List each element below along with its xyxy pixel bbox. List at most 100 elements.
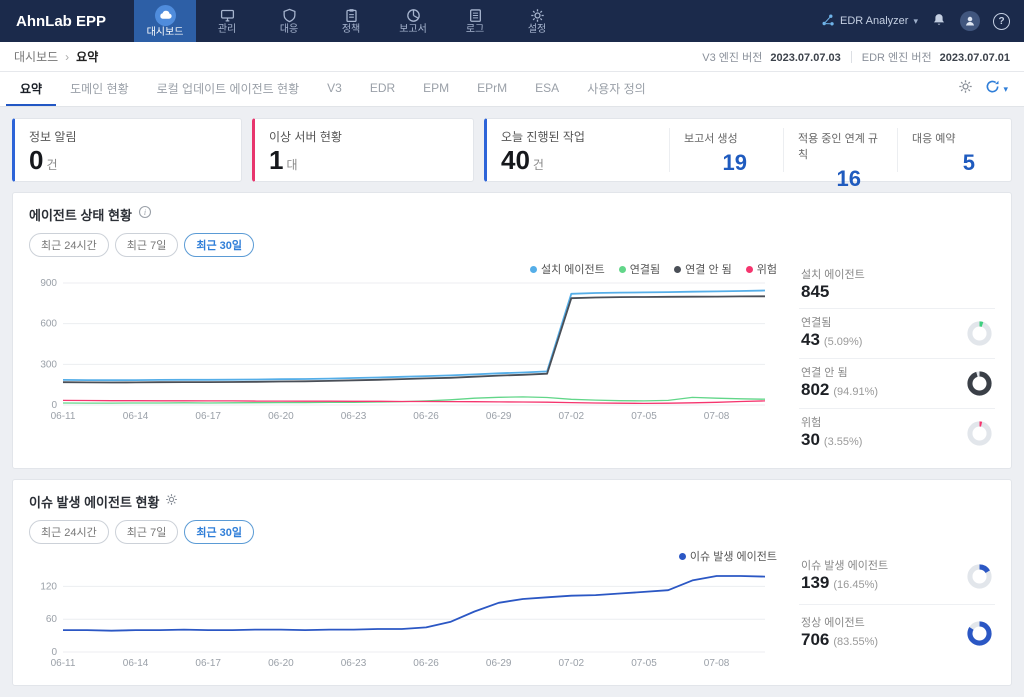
response-reservation-substat[interactable]: 대응 예약 5 [897,128,1011,172]
help-icon[interactable]: ? [993,13,1010,30]
agent-range-filters: 최근 24시간 최근 7일 최근 30일 [29,233,995,257]
legend-dot [746,266,753,273]
nav-report[interactable]: 보고서 [382,0,444,42]
risk-donut [966,420,993,447]
tab-edr[interactable]: EDR [356,72,409,106]
breadcrumb-chevron-icon: › [65,50,69,64]
svg-text:600: 600 [40,319,57,330]
dashboard-cloud-icon [155,5,176,26]
agent-status-line-chart: 030060090006-1106-1406-1706-2006-2306-26… [29,277,781,423]
nav-label: 대응 [280,24,298,35]
svg-text:06-29: 06-29 [486,411,512,422]
svg-text:07-05: 07-05 [631,411,657,422]
svg-text:120: 120 [40,581,57,592]
tab-eprm[interactable]: EPrM [463,72,521,106]
issue-donut [966,563,993,590]
connected-agents-stat: 연결됨 43(5.09%) [799,309,995,359]
tab-summary[interactable]: 요약 [6,72,56,106]
svg-text:07-02: 07-02 [559,411,585,422]
info-icon[interactable]: i [138,205,152,224]
panel-gear-icon[interactable] [165,493,178,511]
filter-7d-button[interactable]: 최근 7일 [115,233,179,257]
nav-policy[interactable]: 정책 [320,0,382,42]
tab-esa[interactable]: ESA [521,72,573,106]
nav-response[interactable]: 대응 [258,0,320,42]
normal-agents-stat: 정상 에이전트 706(83.55%) [799,605,995,661]
user-avatar-icon[interactable] [960,11,980,31]
shield-icon [282,8,297,23]
stat-label: 오늘 진행된 작업 [501,128,659,145]
risk-agents-stat: 위험 30(3.55%) [799,409,995,458]
info-alert-card[interactable]: 정보 알림 0건 [12,118,242,182]
report-created-substat[interactable]: 보고서 생성 19 [669,128,783,172]
topbar-right: EDR Analyzer ▾ ? [821,0,1024,42]
stat-unit: 대 [286,158,297,172]
svg-text:06-14: 06-14 [123,411,149,422]
svg-text:0: 0 [51,400,57,411]
active-link-rules-substat[interactable]: 적용 중인 연계 규칙 16 [783,128,897,172]
filter-30d-button[interactable]: 최근 30일 [184,233,254,257]
abnormal-server-card[interactable]: 이상 서버 현황 1대 [252,118,474,182]
app-logo: AhnLab EPP [0,0,134,42]
svg-text:06-14: 06-14 [123,658,149,669]
engine-versions: V3 엔진 버전 2023.07.07.03 EDR 엔진 버전 2023.07… [702,49,1010,65]
filter-24h-button[interactable]: 최근 24시간 [29,233,109,257]
refresh-interval-control[interactable]: ▾ [985,79,1008,99]
filter-24h-button[interactable]: 최근 24시간 [29,520,109,544]
stat-value: 1 [269,145,283,175]
filter-30d-button[interactable]: 최근 30일 [184,520,254,544]
stat-unit: 건 [46,158,57,172]
tab-settings-gear-icon[interactable] [958,79,973,99]
svg-text:06-26: 06-26 [413,411,439,422]
nav-dashboard[interactable]: 대시보드 [134,0,196,42]
stat-unit: 건 [533,158,544,172]
agent-status-panel: 에이전트 상태 현황 i 최근 24시간 최근 7일 최근 30일 설치 에이전… [12,192,1012,469]
svg-text:06-17: 06-17 [195,658,221,669]
legend-dot [674,266,681,273]
nav-management[interactable]: 관리 [196,0,258,42]
disconnected-donut [966,370,993,397]
panel-title: 이슈 발생 에이전트 현황 [29,492,159,511]
issue-range-filters: 최근 24시간 최근 7일 최근 30일 [29,520,995,544]
svg-text:i: i [144,208,146,217]
nav-settings[interactable]: 설정 [506,0,568,42]
nav-label: 대시보드 [147,27,184,38]
chevron-down-icon: ▾ [1003,84,1008,95]
tab-epm[interactable]: EPM [409,72,463,106]
v3-engine-version-value: 2023.07.07.03 [770,52,840,64]
svg-text:06-20: 06-20 [268,658,294,669]
agent-chart-legend: 설치 에이전트 연결됨 연결 안 됨 위험 [29,261,785,277]
substat-label: 보고서 생성 [684,130,769,146]
dashboard-content: 정보 알림 0건 이상 서버 현황 1대 오늘 진행된 작업 40건 보고서 생… [0,107,1024,697]
agent-status-chart-area: 설치 에이전트 연결됨 연결 안 됨 위험 030060090006-1106-… [29,261,785,458]
filter-7d-button[interactable]: 최근 7일 [115,520,179,544]
svg-text:06-17: 06-17 [195,411,221,422]
tab-domain-status[interactable]: 도메인 현황 [56,72,143,106]
legend-disconnected: 연결 안 됨 [674,261,732,277]
pie-chart-icon [406,8,421,23]
legend-issue-agents: 이슈 발생 에이전트 [679,548,777,564]
gear-icon [530,8,545,23]
nav-label: 설정 [528,24,546,35]
svg-text:06-23: 06-23 [341,411,367,422]
monitor-icon [220,8,235,23]
tab-custom[interactable]: 사용자 정의 [573,72,660,106]
nav-log[interactable]: 로그 [444,0,506,42]
breadcrumb-current: 요약 [76,48,98,65]
substat-value: 19 [684,150,769,176]
breadcrumb-root[interactable]: 대시보드 [14,48,58,65]
nav-label: 보고서 [399,24,427,35]
panel-title: 에이전트 상태 현황 [29,205,132,224]
tab-v3[interactable]: V3 [313,72,356,106]
today-jobs-card[interactable]: 오늘 진행된 작업 40건 보고서 생성 19 적용 중인 연계 규칙 16 대… [484,118,1012,182]
tab-local-update-agent[interactable]: 로컬 업데이트 에이전트 현황 [143,72,313,106]
stat-label: 정보 알림 [29,128,241,145]
issue-chart-legend: 이슈 발생 에이전트 [29,548,785,564]
issue-agents-stat: 이슈 발생 에이전트 139(16.45%) [799,548,995,605]
stat-value: 0 [29,145,43,175]
agent-status-stats: 설치 에이전트 845 연결됨 43(5.09%) 연결 안 됨 802(94.… [799,261,995,458]
edr-analyzer-menu[interactable]: EDR Analyzer ▾ [821,13,918,30]
notifications-bell-icon[interactable] [931,12,947,30]
svg-text:900: 900 [40,278,57,289]
legend-dot [619,266,626,273]
